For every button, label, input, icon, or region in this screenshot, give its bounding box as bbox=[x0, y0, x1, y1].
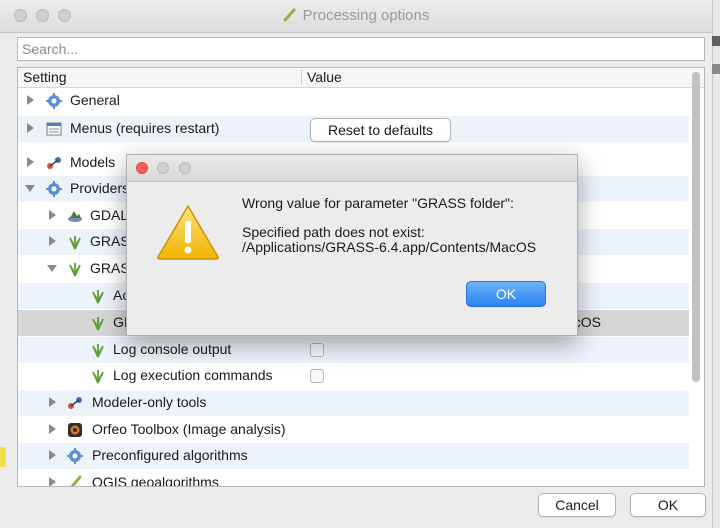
tree-row-label: General bbox=[70, 92, 120, 108]
expand-arrow-icon[interactable] bbox=[49, 424, 56, 434]
dialog-ok-button[interactable]: OK bbox=[466, 281, 546, 307]
tree-row-preconfigured-algorithms[interactable]: Preconfigured algorithms bbox=[18, 443, 689, 469]
scrollbar-thumb[interactable] bbox=[692, 72, 700, 382]
search-input[interactable]: Search... bbox=[17, 37, 705, 61]
error-dialog: Wrong value for parameter "GRASS folder"… bbox=[126, 154, 578, 336]
ok-button[interactable]: OK bbox=[630, 493, 706, 517]
tree-row-label: Models bbox=[70, 154, 116, 170]
tree-row-label: Menus (requires restart) bbox=[70, 120, 220, 136]
tree-vertical-scrollbar[interactable] bbox=[689, 70, 701, 485]
qgis-icon bbox=[70, 475, 82, 486]
tree-row-general[interactable]: General bbox=[18, 88, 689, 114]
collapse-arrow-icon[interactable] bbox=[47, 265, 57, 272]
expand-arrow-icon[interactable] bbox=[27, 157, 34, 167]
background-window-edge bbox=[712, 64, 720, 74]
tree-row-label: QGIS geoalgorithms bbox=[92, 474, 219, 487]
log-console-output-checkbox[interactable] bbox=[310, 343, 324, 357]
tree-row-label: Providers bbox=[70, 180, 130, 196]
background-window-edge bbox=[0, 447, 6, 467]
gdal-icon bbox=[68, 211, 82, 222]
tree-header: Setting Value bbox=[18, 68, 704, 88]
dialog-close-button[interactable] bbox=[136, 162, 148, 174]
orfeo-icon bbox=[68, 423, 82, 437]
warning-icon bbox=[157, 205, 219, 260]
value-column-header[interactable]: Value bbox=[307, 69, 342, 85]
gear-icon bbox=[46, 93, 62, 109]
tree-row-qgis-geoalgorithms[interactable]: QGIS geoalgorithms bbox=[18, 470, 689, 487]
window-title: Processing options bbox=[0, 7, 712, 24]
cancel-button[interactable]: Cancel bbox=[538, 493, 616, 517]
tree-row-log-execution-commands[interactable]: Log execution commands bbox=[18, 363, 689, 389]
tree-row-orfeo-toolbox[interactable]: Orfeo Toolbox (Image analysis) bbox=[18, 417, 689, 443]
collapse-arrow-icon[interactable] bbox=[25, 185, 35, 192]
tree-row-label: Preconfigured algorithms bbox=[92, 447, 248, 463]
grass-icon bbox=[92, 370, 104, 384]
dialog-message-line: Specified path does not exist: bbox=[242, 224, 425, 240]
tree-row-label: GDAL bbox=[90, 207, 129, 223]
grass-icon bbox=[92, 317, 104, 331]
dialog-minimize-button[interactable] bbox=[157, 162, 169, 174]
grass-icon bbox=[69, 263, 81, 277]
expand-arrow-icon[interactable] bbox=[27, 95, 34, 105]
reset-to-defaults-button[interactable]: Reset to defaults bbox=[310, 118, 451, 142]
title-bar: Processing options bbox=[0, 0, 712, 33]
tree-row-modeler-only-tools[interactable]: Modeler-only tools bbox=[18, 390, 689, 416]
expand-arrow-icon[interactable] bbox=[49, 397, 56, 407]
setting-column-header[interactable]: Setting bbox=[23, 69, 67, 85]
models-icon bbox=[68, 397, 82, 409]
expand-arrow-icon[interactable] bbox=[49, 477, 56, 486]
expand-arrow-icon[interactable] bbox=[49, 210, 56, 220]
models-icon bbox=[47, 157, 61, 169]
log-execution-commands-checkbox[interactable] bbox=[310, 369, 324, 383]
tree-row-menus[interactable]: Menus (requires restart) Reset to defaul… bbox=[18, 116, 689, 142]
tree-row-log-console-output[interactable]: Log console output bbox=[18, 337, 689, 363]
dialog-title-bar bbox=[127, 155, 577, 182]
grass-icon bbox=[92, 290, 104, 304]
gear-icon bbox=[67, 448, 83, 464]
tree-row-label: Log console output bbox=[113, 341, 232, 357]
menu-icon bbox=[46, 122, 62, 136]
processing-icon bbox=[283, 8, 296, 22]
background-window-edge bbox=[712, 36, 720, 46]
tree-row-label: Log execution commands bbox=[113, 367, 273, 383]
gear-icon bbox=[46, 181, 62, 197]
window-title-text: Processing options bbox=[302, 7, 430, 24]
dialog-message-path: /Applications/GRASS-6.4.app/Contents/Mac… bbox=[242, 239, 537, 255]
grass-icon bbox=[92, 344, 104, 358]
dialog-message-title: Wrong value for parameter "GRASS folder"… bbox=[242, 195, 514, 211]
grass-icon bbox=[69, 236, 81, 250]
expand-arrow-icon[interactable] bbox=[27, 123, 34, 133]
tree-row-label: Modeler-only tools bbox=[92, 394, 207, 410]
expand-arrow-icon[interactable] bbox=[49, 236, 56, 246]
expand-arrow-icon[interactable] bbox=[49, 450, 56, 460]
dialog-zoom-button[interactable] bbox=[179, 162, 191, 174]
tree-row-label: Orfeo Toolbox (Image analysis) bbox=[92, 421, 286, 437]
header-divider bbox=[301, 70, 302, 85]
